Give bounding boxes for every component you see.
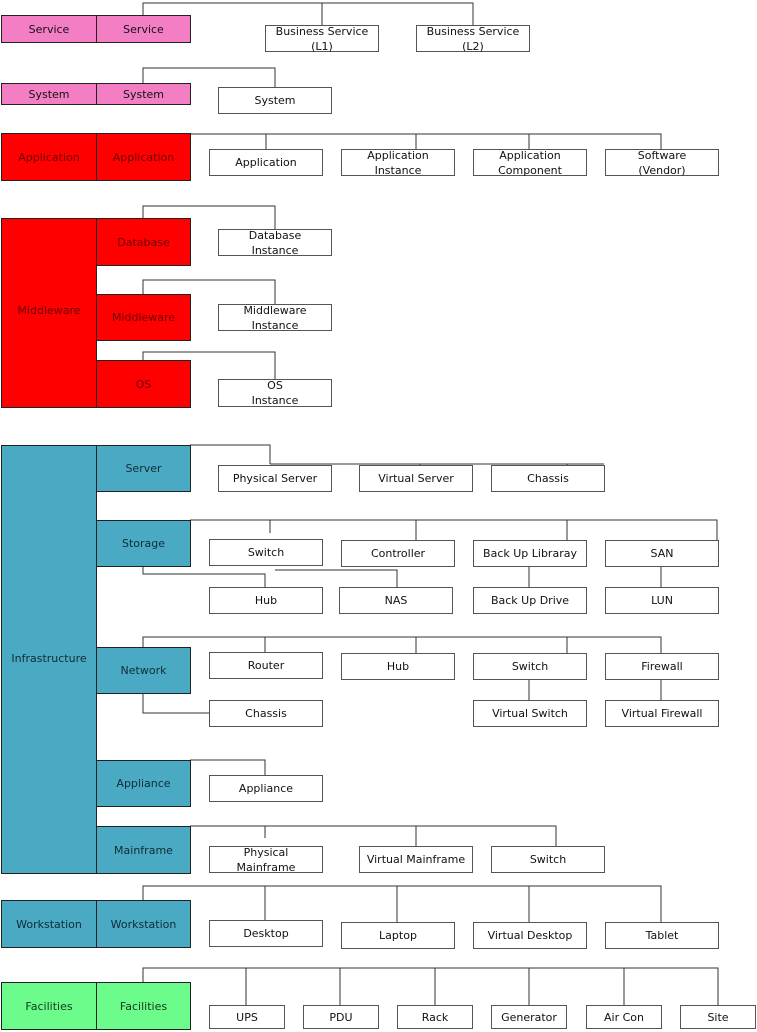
category-service[interactable]: Service [96, 15, 191, 43]
item-router[interactable]: Router [209, 652, 323, 679]
layer-infrastructure-label: Infrastructure [11, 651, 87, 665]
category-workstation[interactable]: Workstation [96, 900, 191, 948]
item-tablet[interactable]: Tablet [605, 922, 719, 949]
connector [142, 885, 662, 922]
item-backup-library[interactable]: Back Up Libraray [473, 540, 587, 567]
item-application[interactable]: Application [209, 149, 323, 176]
connector [142, 967, 719, 1005]
item-middleware-instance[interactable]: Middleware Instance [218, 304, 332, 332]
category-mainframe[interactable]: Mainframe [96, 826, 191, 874]
layer-system[interactable]: System [1, 83, 97, 105]
item-ups[interactable]: UPS [209, 1005, 285, 1029]
item-mainframe-switch[interactable]: Switch [491, 846, 605, 873]
item-san[interactable]: SAN [605, 540, 719, 567]
item-site[interactable]: Site [680, 1005, 756, 1029]
item-software-vendor[interactable]: Software (Vendor) [605, 149, 719, 177]
category-application[interactable]: Application [96, 133, 191, 181]
item-backup-drive[interactable]: Back Up Drive [473, 587, 587, 614]
layer-middleware-label: Middleware [17, 303, 81, 317]
connector [190, 444, 271, 464]
connector [142, 567, 266, 587]
item-virtual-firewall[interactable]: Virtual Firewall [605, 700, 719, 727]
category-facilities[interactable]: Facilities [96, 982, 191, 1030]
item-storage-hub[interactable]: Hub [209, 587, 323, 614]
item-chassis[interactable]: Chassis [491, 465, 605, 492]
category-database[interactable]: Database [96, 218, 191, 266]
item-firewall[interactable]: Firewall [605, 653, 719, 680]
item-air-con[interactable]: Air Con [586, 1005, 662, 1029]
item-virtual-switch[interactable]: Virtual Switch [473, 700, 587, 727]
category-system[interactable]: System [96, 83, 191, 105]
item-business-service-l2[interactable]: Business Service (L2) [416, 25, 530, 53]
category-middleware[interactable]: Middleware [96, 294, 191, 341]
item-lun[interactable]: LUN [605, 587, 719, 614]
connector [190, 519, 718, 540]
connector [142, 694, 209, 714]
item-laptop[interactable]: Laptop [341, 922, 455, 949]
item-storage-switch[interactable]: Switch [209, 539, 323, 566]
item-desktop[interactable]: Desktop [209, 920, 323, 947]
connector [190, 759, 266, 775]
item-network-chassis[interactable]: Chassis [209, 700, 323, 727]
item-virtual-mainframe[interactable]: Virtual Mainframe [359, 846, 473, 873]
item-virtual-server[interactable]: Virtual Server [359, 465, 473, 492]
layer-workstation[interactable]: Workstation [1, 900, 97, 948]
layer-facilities[interactable]: Facilities [1, 982, 97, 1030]
item-business-service-l1[interactable]: Business Service (L1) [265, 25, 379, 53]
item-appliance[interactable]: Appliance [209, 775, 323, 802]
item-system[interactable]: System [218, 87, 332, 114]
item-generator[interactable]: Generator [491, 1005, 567, 1029]
category-network[interactable]: Network [96, 647, 191, 694]
item-network-switch[interactable]: Switch [473, 653, 587, 680]
category-storage[interactable]: Storage [96, 520, 191, 567]
item-physical-mainframe[interactable]: Physical Mainframe [209, 846, 323, 874]
item-rack[interactable]: Rack [397, 1005, 473, 1029]
layer-infrastructure[interactable]: Infrastructure [1, 445, 97, 874]
item-nas[interactable]: NAS [339, 587, 453, 614]
item-application-component[interactable]: Application Component [473, 149, 587, 177]
item-controller[interactable]: Controller [341, 540, 455, 567]
item-pdu[interactable]: PDU [303, 1005, 379, 1029]
item-virtual-desktop[interactable]: Virtual Desktop [473, 922, 587, 949]
layer-middleware[interactable]: Middleware [1, 218, 97, 408]
category-os[interactable]: OS [96, 360, 191, 408]
layer-service[interactable]: Service [1, 15, 97, 43]
item-application-instance[interactable]: Application Instance [341, 149, 455, 177]
layer-application[interactable]: Application [1, 133, 97, 181]
item-network-hub[interactable]: Hub [341, 653, 455, 680]
category-appliance[interactable]: Appliance [96, 760, 191, 807]
item-physical-server[interactable]: Physical Server [218, 465, 332, 492]
item-os-instance[interactable]: OS Instance [218, 379, 332, 407]
connector [275, 569, 398, 587]
connector [142, 2, 474, 25]
category-server[interactable]: Server [96, 445, 191, 492]
item-database-instance[interactable]: Database Instance [218, 229, 332, 257]
connector [142, 636, 662, 653]
